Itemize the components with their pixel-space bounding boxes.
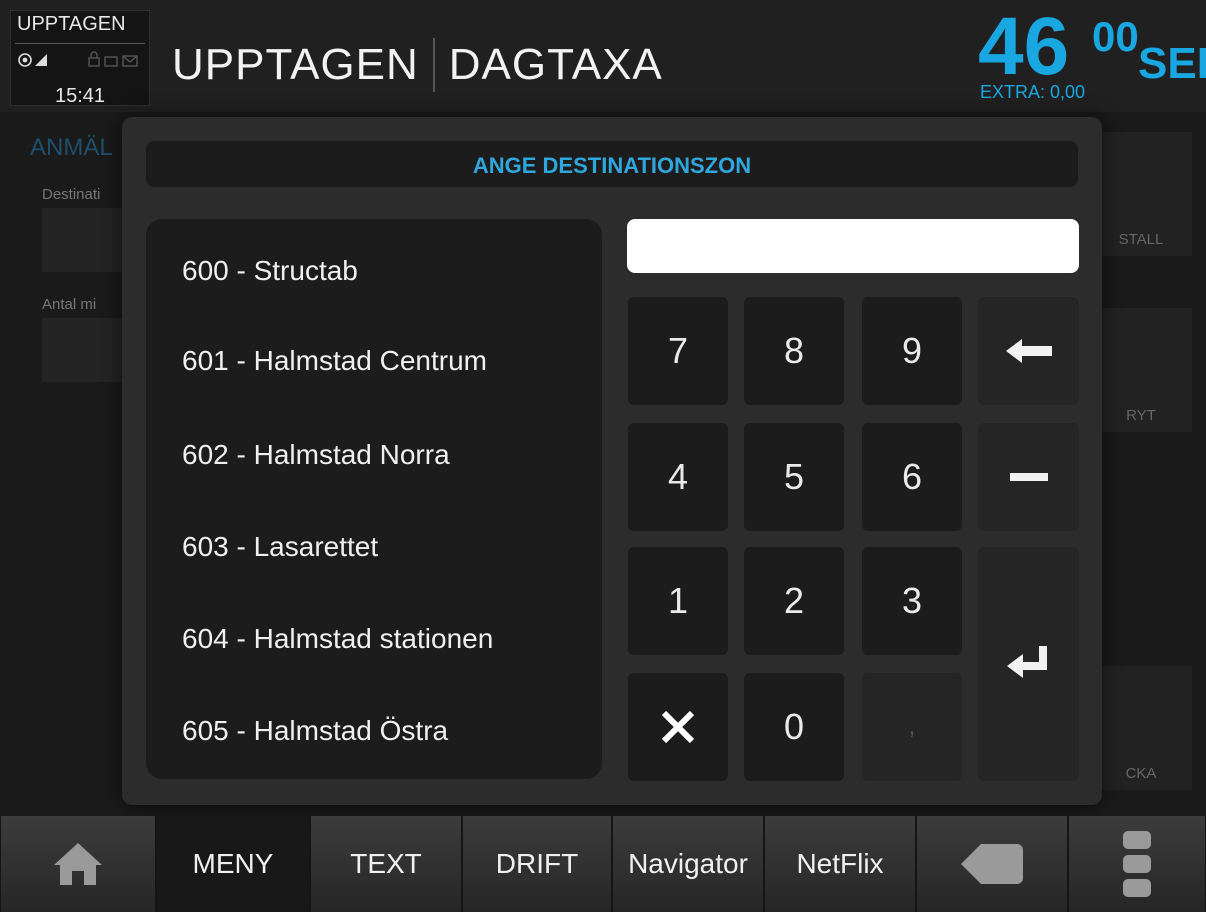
background-title: ANMÄL bbox=[30, 134, 113, 161]
key-1[interactable]: 1 bbox=[628, 547, 728, 655]
backspace-button[interactable] bbox=[978, 297, 1079, 405]
fare-decimals: 00 bbox=[1092, 13, 1139, 60]
abort-button: RYT bbox=[1090, 308, 1192, 432]
dialog-title: ANGE DESTINATIONSZON bbox=[472, 153, 752, 178]
zone-input[interactable] bbox=[627, 219, 1079, 273]
mail-icon bbox=[122, 55, 138, 67]
key-2[interactable]: 2 bbox=[744, 547, 844, 655]
back-icon bbox=[961, 844, 1023, 884]
more-icon bbox=[1123, 831, 1151, 897]
header-title: UPPTAGEN DAGTAXA bbox=[172, 38, 663, 92]
clear-button[interactable] bbox=[628, 673, 728, 781]
enter-button[interactable] bbox=[978, 547, 1079, 781]
nav-item-navigator[interactable]: Navigator bbox=[612, 816, 764, 912]
abort-button-label: RYT bbox=[1126, 407, 1156, 424]
header-status-text: UPPTAGEN bbox=[172, 40, 419, 89]
zone-item[interactable]: 601 - Halmstad Centrum bbox=[182, 345, 487, 377]
header-tariff: DAGTAXA bbox=[448, 40, 663, 89]
home-button[interactable] bbox=[0, 816, 156, 912]
fare-extra: EXTRA: 0,00 bbox=[980, 82, 1086, 102]
status-time: 15:41 bbox=[54, 85, 106, 107]
lock-icon bbox=[88, 51, 100, 67]
zone-item[interactable]: 604 - Halmstad stationen bbox=[182, 623, 493, 655]
destination-zone-dialog: ANGE DESTINATIONSZON 600 - Structab 601 … bbox=[122, 117, 1102, 805]
reset-button: STALL bbox=[1090, 132, 1192, 256]
home-icon bbox=[54, 843, 102, 885]
zone-item[interactable]: 605 - Halmstad Östra bbox=[182, 715, 448, 747]
gps-icon bbox=[18, 53, 32, 67]
header-bar: UPPTAGEN 15:41 UPPTAGEN DAGTAXA 46 00 SE… bbox=[0, 0, 1206, 112]
nav-item-drift[interactable]: DRIFT bbox=[462, 816, 612, 912]
card-icon bbox=[104, 56, 118, 67]
send-button: CKA bbox=[1090, 666, 1192, 790]
back-button[interactable] bbox=[916, 816, 1068, 912]
key-4[interactable]: 4 bbox=[628, 423, 728, 531]
destination-label: Destinati bbox=[42, 186, 101, 203]
reset-button-label: STALL bbox=[1118, 231, 1164, 248]
status-box: UPPTAGEN 15:41 bbox=[10, 10, 150, 107]
key-5[interactable]: 5 bbox=[744, 423, 844, 531]
status-icons bbox=[17, 51, 145, 69]
status-divider bbox=[15, 43, 145, 44]
header-divider bbox=[432, 38, 435, 92]
nav-item-text[interactable]: TEXT bbox=[310, 816, 462, 912]
signal-icon bbox=[35, 54, 47, 66]
minutes-label: Antal mi bbox=[42, 296, 97, 313]
dialog-titlebar: ANGE DESTINATIONSZON bbox=[146, 141, 1078, 187]
key-comma[interactable]: , bbox=[862, 673, 962, 781]
key-0[interactable]: 0 bbox=[744, 673, 844, 781]
minus-button[interactable] bbox=[978, 423, 1079, 531]
zone-item[interactable]: 600 - Structab bbox=[182, 255, 358, 287]
fare-integer: 46 bbox=[978, 1, 1070, 92]
zone-item[interactable]: 603 - Lasarettet bbox=[182, 531, 378, 563]
arrow-left-icon bbox=[1005, 339, 1052, 363]
enter-icon bbox=[1006, 646, 1047, 678]
nav-item-netflix[interactable]: NetFlix bbox=[764, 816, 916, 912]
nav-item-meny[interactable]: MENY bbox=[156, 816, 310, 912]
fare-display: 46 00 SEK EXTRA: 0,00 bbox=[978, 6, 1206, 112]
key-3[interactable]: 3 bbox=[862, 547, 962, 655]
fare-currency: SEK bbox=[1138, 39, 1206, 88]
zone-item[interactable]: 602 - Halmstad Norra bbox=[182, 439, 450, 471]
key-7[interactable]: 7 bbox=[628, 297, 728, 405]
status-label: UPPTAGEN bbox=[17, 13, 126, 35]
send-button-label: CKA bbox=[1125, 765, 1157, 782]
zone-list: 600 - Structab 601 - Halmstad Centrum 60… bbox=[146, 219, 602, 779]
close-icon bbox=[661, 710, 695, 744]
key-8[interactable]: 8 bbox=[744, 297, 844, 405]
key-9[interactable]: 9 bbox=[862, 297, 962, 405]
key-6[interactable]: 6 bbox=[862, 423, 962, 531]
minus-icon bbox=[1009, 473, 1048, 481]
bottom-nav: MENY TEXT DRIFT Navigator NetFlix bbox=[0, 816, 1206, 912]
more-button[interactable] bbox=[1068, 816, 1206, 912]
